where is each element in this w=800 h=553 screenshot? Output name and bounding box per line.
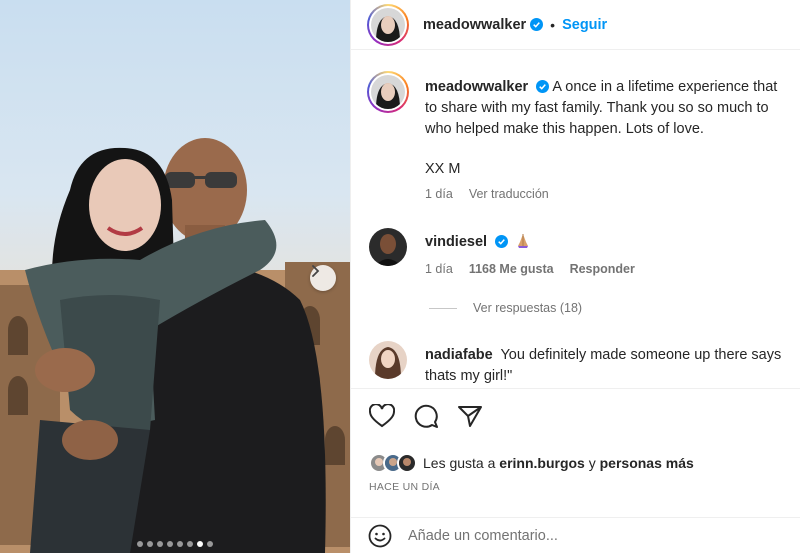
post-details-panel: meadowwalker • Seguir meadowwalker A onc… [350, 0, 800, 553]
carousel-dot [147, 541, 153, 547]
caption-signoff: XX M [425, 161, 461, 177]
caption-line-1: A once in a lifetime experience that [552, 79, 778, 95]
carousel-dot [177, 541, 183, 547]
likes-others[interactable]: personas más [600, 455, 694, 471]
avatar-portrait [369, 341, 407, 379]
comment-text: vindiesel [425, 232, 800, 253]
avatar-portrait [371, 75, 405, 109]
caption-time[interactable]: 1 día [425, 187, 453, 201]
commenter-avatar[interactable] [369, 341, 407, 379]
next-photo-button[interactable] [310, 265, 336, 291]
header-name-row: meadowwalker • Seguir [423, 17, 607, 33]
follow-button[interactable]: Seguir [562, 17, 607, 33]
replies-divider [429, 307, 457, 309]
comment-username[interactable]: vindiesel [425, 234, 487, 250]
comment-likes[interactable]: 1168 Me gusta [469, 262, 554, 276]
share-icon[interactable] [457, 404, 483, 428]
carousel-dot [187, 541, 193, 547]
author-avatar[interactable] [367, 3, 409, 46]
comment-line-1: You definitely made someone up there say… [500, 347, 782, 363]
verified-icon [495, 235, 509, 248]
comment-text: nadiafabe You definitely made someone up… [425, 345, 800, 387]
carousel-dots [0, 541, 350, 547]
verified-icon [530, 18, 544, 31]
likes-text: Les gusta a erinn.burgos y personas más [423, 455, 694, 471]
carousel-dot [157, 541, 163, 547]
photo-illustration [0, 138, 350, 553]
comment-time[interactable]: 1 día [425, 262, 453, 276]
caption-meta: 1 día Ver traducción [425, 187, 549, 201]
translate-link[interactable]: Ver traducción [469, 187, 549, 201]
caption-text: meadowwalker A once in a lifetime experi… [425, 77, 800, 140]
comment-meta: 1 día 1168 Me gusta Responder [425, 262, 635, 276]
carousel-dot [207, 541, 213, 547]
action-icons [369, 404, 483, 428]
praying-hands-icon [518, 234, 529, 248]
comment-icon[interactable] [413, 404, 439, 428]
caption-line-2: to share with my fast family. Thank you … [425, 100, 769, 116]
likes-conj: y [588, 455, 596, 471]
caption-avatar[interactable] [367, 71, 409, 113]
post-actions: Les gusta a erinn.burgos y personas más … [351, 388, 800, 493]
post-header: meadowwalker • Seguir [351, 0, 800, 50]
likes-user[interactable]: erinn.burgos [499, 455, 585, 471]
carousel-dot-active [197, 541, 203, 547]
author-username[interactable]: meadowwalker [423, 17, 526, 33]
likes-summary[interactable]: Les gusta a erinn.burgos y personas más [369, 453, 694, 473]
caption-username[interactable]: meadowwalker [425, 79, 528, 95]
emoji-icon[interactable] [368, 524, 392, 548]
chevron-right-icon [312, 265, 320, 277]
comment-input[interactable]: Añade un comentario... [408, 528, 558, 544]
view-replies-label: Ver respuestas (18) [473, 301, 583, 315]
liker-avatar [397, 453, 417, 473]
view-replies-button[interactable]: Ver respuestas (18) [429, 301, 582, 315]
avatar-portrait [369, 228, 407, 266]
separator-dot: • [550, 16, 556, 33]
comments-list[interactable]: meadowwalker A once in a lifetime experi… [351, 51, 800, 387]
carousel-dot [167, 541, 173, 547]
caption-line-3: who helped make this happen. Lots of lov… [425, 121, 704, 137]
avatar-portrait [371, 7, 405, 42]
comment-input-bar: Añade un comentario... [350, 517, 800, 553]
commenter-avatar[interactable] [369, 228, 407, 266]
post-photo[interactable] [0, 0, 350, 553]
post-date[interactable]: HACE UN DÍA [369, 481, 440, 493]
verified-icon [536, 80, 550, 93]
comment-username[interactable]: nadiafabe [425, 347, 493, 363]
carousel-dot [137, 541, 143, 547]
heart-icon[interactable] [369, 404, 395, 428]
likes-prefix: Les gusta a [423, 455, 496, 471]
reply-button[interactable]: Responder [570, 262, 635, 276]
comment-line-2: thats my girl!" [425, 368, 513, 384]
